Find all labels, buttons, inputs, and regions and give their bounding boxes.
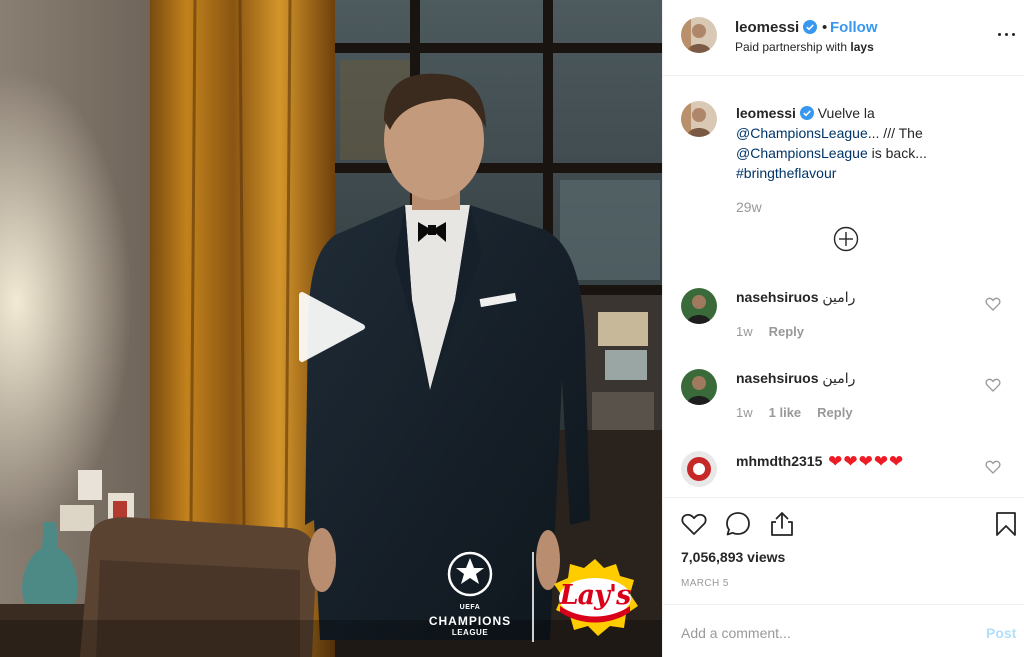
post-actions: 7,056,893 views MARCH 5: [663, 497, 1024, 609]
comment-text-line: nasehsiruos رامين: [736, 289, 855, 306]
profile-picture: [681, 17, 717, 53]
profile-picture: [681, 288, 717, 324]
hashtag-link[interactable]: #bringtheflavour: [736, 165, 836, 181]
profile-picture: [681, 451, 717, 487]
ucl-champions-text: CHAMPIONS: [428, 614, 512, 628]
logo-divider: [532, 552, 534, 642]
avatar[interactable]: [681, 288, 717, 324]
save-bookmark-icon[interactable]: [992, 510, 1020, 538]
username-text[interactable]: leomessi: [735, 19, 799, 36]
comment-text: رامين: [818, 289, 856, 305]
video-player[interactable]: UEFA CHAMPIONS LEAGUE Lay's: [0, 0, 662, 657]
comment-username[interactable]: mhmdth2315: [736, 453, 822, 469]
comment-meta: 1w Reply: [736, 324, 820, 339]
profile-picture: [681, 369, 717, 405]
comment-text: ❤❤❤❤❤: [822, 452, 905, 471]
comment-text-line: mhmdth2315 ❤❤❤❤❤: [736, 452, 904, 472]
post-date[interactable]: MARCH 5: [681, 578, 729, 589]
lays-logo: Lay's: [550, 556, 640, 636]
caption-timestamp[interactable]: 29w: [736, 199, 762, 215]
partner-link[interactable]: lays: [850, 40, 873, 54]
mention-link[interactable]: @ChampionsLeague: [736, 145, 868, 161]
add-comment-input[interactable]: [681, 622, 951, 644]
avatar[interactable]: [681, 17, 717, 53]
comment-username[interactable]: nasehsiruos: [736, 370, 818, 386]
ucl-league-text: LEAGUE: [451, 628, 489, 637]
avatar[interactable]: [681, 451, 717, 487]
reply-button[interactable]: Reply: [817, 405, 852, 420]
profile-picture: [681, 101, 717, 137]
caption-text: is back...: [867, 145, 927, 161]
comment-bubble-icon[interactable]: [724, 510, 752, 538]
comment-meta: 1w 1 like Reply: [736, 405, 869, 420]
post-comment-button[interactable]: Post: [986, 625, 1016, 641]
avatar[interactable]: [681, 369, 717, 405]
reply-button[interactable]: Reply: [769, 324, 804, 339]
more-options-icon[interactable]: [997, 27, 1017, 41]
view-count[interactable]: 7,056,893 views: [681, 549, 785, 565]
comment-item: mhmdth2315 ❤❤❤❤❤: [663, 441, 1024, 497]
load-more-comments-icon[interactable]: [833, 226, 859, 252]
comment-item: nasehsiruos رامين 1w Reply: [663, 278, 1024, 358]
post-side-panel: leomessi • Follow Paid partnership with …: [662, 0, 1024, 657]
post-author-username[interactable]: leomessi: [735, 19, 818, 36]
caption-username[interactable]: leomessi: [736, 105, 796, 121]
comment-likes-count[interactable]: 1 like: [769, 405, 802, 420]
comment-timestamp[interactable]: 1w: [736, 324, 753, 339]
play-icon[interactable]: [296, 291, 366, 363]
add-comment-bar: Post: [663, 604, 1024, 657]
caption-text: Vuelve la: [813, 105, 875, 121]
separator-dot: •: [822, 19, 828, 36]
paid-partnership-label: Paid partnership with lays: [735, 40, 874, 54]
sponsor-logos: UEFA CHAMPIONS LEAGUE Lay's: [420, 548, 650, 648]
ucl-uefa-text: UEFA: [459, 604, 481, 611]
verified-badge-icon: [799, 106, 814, 120]
share-icon[interactable]: [768, 510, 796, 538]
comment-item: nasehsiruos رامين 1w 1 like Reply: [663, 359, 1024, 439]
follow-button[interactable]: Follow: [830, 19, 878, 36]
post-caption: leomessi Vuelve la @ChampionsLeague... /…: [736, 103, 956, 183]
verified-badge-icon: [803, 20, 818, 34]
avatar[interactable]: [681, 101, 717, 137]
caption-text: ... /// The: [867, 125, 923, 141]
comments-list[interactable]: leomessi Vuelve la @ChampionsLeague... /…: [663, 77, 1024, 497]
like-comment-heart-icon[interactable]: [985, 296, 1001, 312]
mention-link[interactable]: @ChampionsLeague: [736, 125, 868, 141]
like-comment-heart-icon[interactable]: [985, 459, 1001, 475]
post-header: leomessi • Follow Paid partnership with …: [663, 0, 1024, 76]
like-comment-heart-icon[interactable]: [985, 377, 1001, 393]
comment-username[interactable]: nasehsiruos: [736, 289, 818, 305]
comment-text: رامين: [818, 370, 856, 386]
instagram-post-modal: UEFA CHAMPIONS LEAGUE Lay's leomessi • F…: [0, 0, 1024, 657]
comment-timestamp[interactable]: 1w: [736, 405, 753, 420]
paid-partnership-text: Paid partnership with: [735, 40, 851, 54]
comment-text-line: nasehsiruos رامين: [736, 370, 855, 387]
champions-league-starball-icon: [447, 551, 493, 597]
lays-wordmark: Lay's: [559, 580, 632, 611]
like-heart-icon[interactable]: [680, 510, 708, 538]
